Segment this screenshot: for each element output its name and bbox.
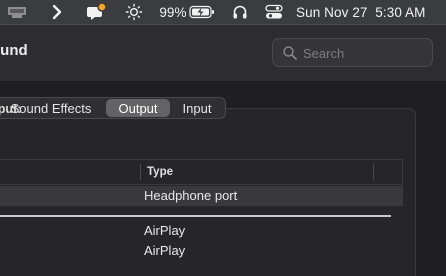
device-type-cell: Headphone port: [144, 188, 238, 203]
headphones-icon[interactable]: [230, 0, 250, 24]
tab-input[interactable]: Input: [170, 99, 224, 117]
device-type-cell: AirPlay: [144, 243, 186, 258]
table-row[interactable]: AirPlay: [0, 221, 403, 241]
column-separator[interactable]: [373, 164, 374, 180]
table-divider: [0, 215, 391, 217]
table-header: Type: [0, 159, 403, 185]
table-row[interactable]: Headphone port: [0, 186, 403, 206]
sound-settings-window: ound Sound Effects Output Input utput: T…: [0, 24, 446, 276]
control-center-icon[interactable]: [263, 0, 285, 24]
table-row[interactable]: AirPlay: [0, 241, 403, 261]
brightness-icon[interactable]: [124, 0, 144, 24]
window-title: ound: [0, 42, 28, 59]
search-input[interactable]: [303, 43, 428, 63]
column-separator[interactable]: [140, 164, 141, 180]
tab-output[interactable]: Output: [106, 99, 170, 117]
column-header-type[interactable]: Type: [147, 166, 173, 178]
search-field[interactable]: [272, 38, 433, 67]
output-device-label: utput:: [0, 102, 22, 116]
tab-bar: Sound Effects Output Input: [0, 97, 226, 119]
title-bar: ound: [0, 24, 446, 82]
battery-icon[interactable]: [188, 0, 216, 24]
battery-percent[interactable]: 99%: [158, 0, 188, 24]
device-type-cell: AirPlay: [144, 223, 186, 238]
notification-icon[interactable]: [84, 0, 108, 24]
output-device-table: Type Headphone port AirPlay AirPlay: [0, 159, 403, 276]
menu-bar: 99% Sun Nov 27 5:30 AM: [0, 0, 446, 24]
search-icon: [283, 46, 297, 60]
menu-bar-clock[interactable]: Sun Nov 27 5:30 AM: [296, 0, 444, 24]
app-icon[interactable]: [4, 0, 30, 24]
chevron-right-icon[interactable]: [48, 0, 66, 24]
